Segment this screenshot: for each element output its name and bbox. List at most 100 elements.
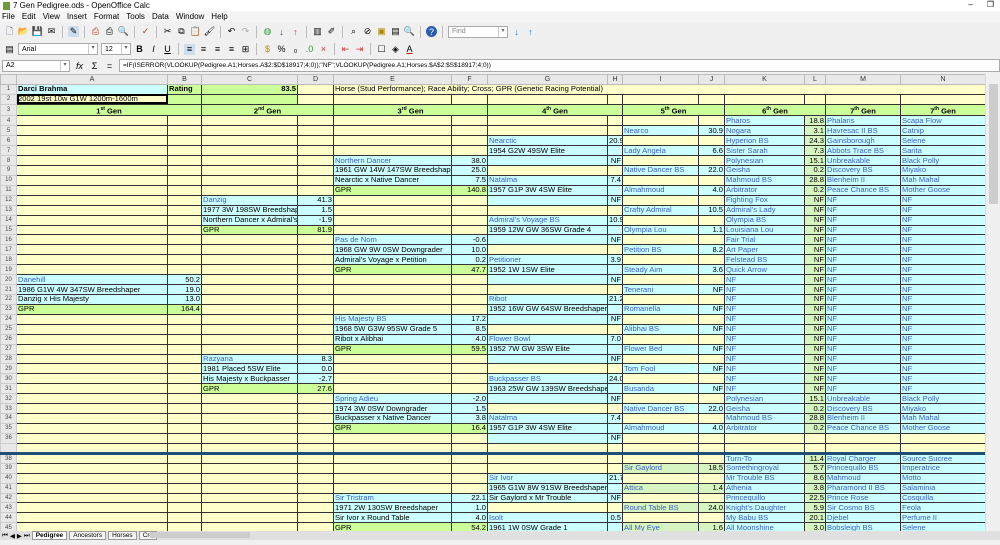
cell-D2[interactable] xyxy=(297,93,334,105)
cell-C13[interactable]: 1977 3W 198SW Breedshaper xyxy=(201,204,298,216)
cell-F7[interactable] xyxy=(451,145,488,157)
cell-C8[interactable] xyxy=(201,155,298,166)
cell-L18[interactable]: NF xyxy=(804,254,826,266)
cell-A30[interactable] xyxy=(16,373,168,385)
cell-M14[interactable]: NF xyxy=(825,214,901,226)
cell-L21[interactable]: NF xyxy=(804,284,826,295)
cell-K19[interactable]: Quick Arrow xyxy=(724,264,805,276)
cell-M42[interactable]: Prince Rose xyxy=(825,492,901,504)
cell-N41[interactable]: Salaminia xyxy=(900,482,985,494)
cell-J38[interactable] xyxy=(698,452,725,464)
cell-M27[interactable]: NF xyxy=(825,343,901,355)
cell-H44[interactable]: 0.5 xyxy=(607,512,623,524)
cell-G18[interactable]: Petitioner xyxy=(487,254,608,266)
cell-D40[interactable] xyxy=(297,472,334,484)
cell-L8[interactable]: 15.1 xyxy=(804,155,826,166)
zoom-icon[interactable]: 🔍 xyxy=(404,26,415,37)
cell-D31[interactable]: 27.6 xyxy=(297,383,334,395)
cell-C36[interactable] xyxy=(201,432,298,444)
cell-L19[interactable]: NF xyxy=(804,264,826,276)
column-header-F[interactable]: F xyxy=(451,74,488,85)
cell-N40[interactable]: Motto xyxy=(900,472,985,484)
row-header-15[interactable]: 15 xyxy=(0,224,17,236)
cell-M12[interactable]: NF xyxy=(825,194,901,206)
cell-E6[interactable] xyxy=(333,135,452,147)
cell-K43[interactable]: Knight's Daughter xyxy=(724,502,805,514)
cell-M11[interactable]: Peace Chance BS xyxy=(825,184,901,196)
cell-I31[interactable]: Busanda xyxy=(622,383,699,395)
navigator-icon[interactable]: ⊘ xyxy=(362,26,373,37)
cell-A37[interactable] xyxy=(16,442,168,455)
cell-D10[interactable] xyxy=(297,174,334,186)
vertical-scrollbar[interactable] xyxy=(985,74,1000,531)
cell-N45[interactable]: Selene xyxy=(900,522,985,531)
cell-J15[interactable]: 1.1 xyxy=(698,224,725,236)
cell-C11[interactable] xyxy=(201,184,298,196)
cell-I12[interactable] xyxy=(622,194,699,206)
cell-J28[interactable] xyxy=(698,353,725,365)
spellcheck-icon[interactable]: ✓ xyxy=(140,26,151,37)
cell-E37[interactable] xyxy=(333,442,452,455)
generation-header[interactable]: 3rd Gen xyxy=(333,103,488,117)
cell-A27[interactable] xyxy=(16,343,168,355)
standard-format-icon[interactable]: ₀ xyxy=(290,44,301,55)
legend-cell[interactable]: Horse (Stud Performance); Race Ability; … xyxy=(333,84,985,95)
cell-L22[interactable]: NF xyxy=(804,293,826,305)
cell-C21[interactable] xyxy=(201,284,298,295)
cell-L11[interactable]: 0.2 xyxy=(804,184,826,196)
cell-F43[interactable]: 1.0 xyxy=(451,502,488,514)
cell-M6[interactable]: Gainsborough xyxy=(825,135,901,147)
row-header-5[interactable]: 5 xyxy=(0,125,17,137)
cell-E14[interactable] xyxy=(333,214,452,226)
cell-I38[interactable] xyxy=(622,452,699,464)
cell-G19[interactable]: 1952 1W 1SW Elite xyxy=(487,264,608,276)
cell-I18[interactable] xyxy=(622,254,699,266)
cell-F35[interactable]: 16.4 xyxy=(451,422,488,434)
cell-K4[interactable]: Pharos xyxy=(724,115,805,127)
cell-N5[interactable]: Catnip xyxy=(900,125,985,137)
cell-I33[interactable]: Native Dancer BS xyxy=(622,403,699,415)
cell-D14[interactable]: -1.9 xyxy=(297,214,334,226)
cell-G2[interactable] xyxy=(487,93,608,105)
cell-J10[interactable] xyxy=(698,174,725,186)
cell-N28[interactable]: NF xyxy=(900,353,985,365)
cell-N4[interactable]: Scapa Flow xyxy=(900,115,985,127)
cell-G23[interactable]: 1952 16W GW 64SW Breedshaper xyxy=(487,303,608,315)
formula-input[interactable]: =IF(ISERROR(VLOOKUP(Pedigree.A1;Horses.A… xyxy=(119,59,1000,72)
cell-C2[interactable] xyxy=(201,93,298,105)
cell-J11[interactable]: 4.0 xyxy=(698,184,725,196)
cell-L34[interactable]: 28.8 xyxy=(804,413,826,424)
row-header-2[interactable]: 2 xyxy=(0,93,17,105)
cell-H22[interactable]: 21.2 xyxy=(607,293,623,305)
row-header-39[interactable]: 39 xyxy=(0,462,17,474)
row-header-18[interactable]: 18 xyxy=(0,254,17,266)
cell-F14[interactable] xyxy=(451,214,488,226)
cell-E7[interactable] xyxy=(333,145,452,157)
cell-K16[interactable]: Fair Trial xyxy=(724,234,805,246)
first-sheet-button[interactable]: ⏮ xyxy=(2,532,8,540)
cell-K44[interactable]: My Babu BS xyxy=(724,512,805,524)
cell-A41[interactable] xyxy=(16,482,168,494)
menu-data[interactable]: Data xyxy=(152,12,169,21)
cell-G6[interactable]: Nearctic xyxy=(487,135,608,147)
cell-E28[interactable] xyxy=(333,353,452,365)
cell-I34[interactable] xyxy=(622,413,699,424)
cell-K33[interactable]: Geisha xyxy=(724,403,805,415)
cell-L42[interactable]: 22.5 xyxy=(804,492,826,504)
generation-header[interactable]: 5th Gen xyxy=(622,103,725,117)
cell-C40[interactable] xyxy=(201,472,298,484)
cell-E40[interactable] xyxy=(333,472,452,484)
column-header-G[interactable]: G xyxy=(487,74,608,85)
cell-M4[interactable]: Phalaris xyxy=(825,115,901,127)
cell-A43[interactable] xyxy=(16,502,168,514)
cell-J31[interactable]: NF xyxy=(698,383,725,395)
cell-K24[interactable]: NF xyxy=(724,313,805,325)
cell-H40[interactable]: 21.7 xyxy=(607,472,623,484)
cell-G16[interactable] xyxy=(487,234,608,246)
cell-E36[interactable] xyxy=(333,432,452,444)
cell-L27[interactable]: NF xyxy=(804,343,826,355)
cell-N22[interactable]: NF xyxy=(900,293,985,305)
cell-H21[interactable] xyxy=(607,284,623,295)
bold-icon[interactable]: B xyxy=(134,44,145,55)
cell-J18[interactable] xyxy=(698,254,725,266)
